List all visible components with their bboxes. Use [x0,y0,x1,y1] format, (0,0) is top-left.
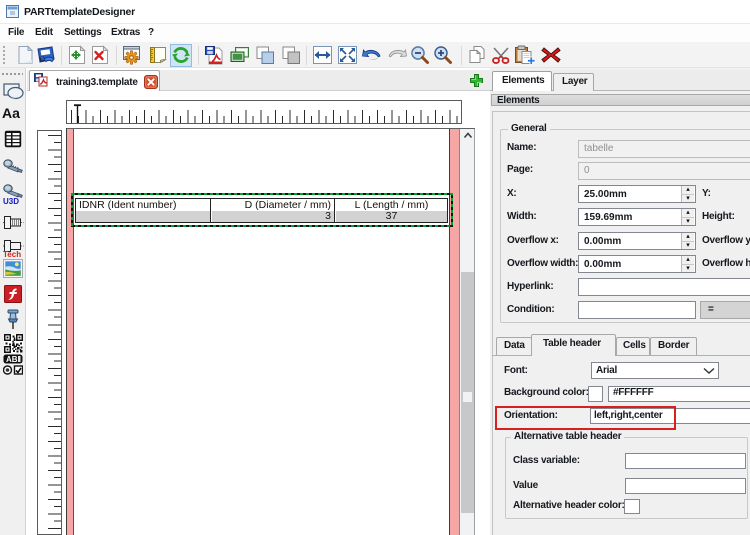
svg-text:AB: AB [6,355,18,364]
